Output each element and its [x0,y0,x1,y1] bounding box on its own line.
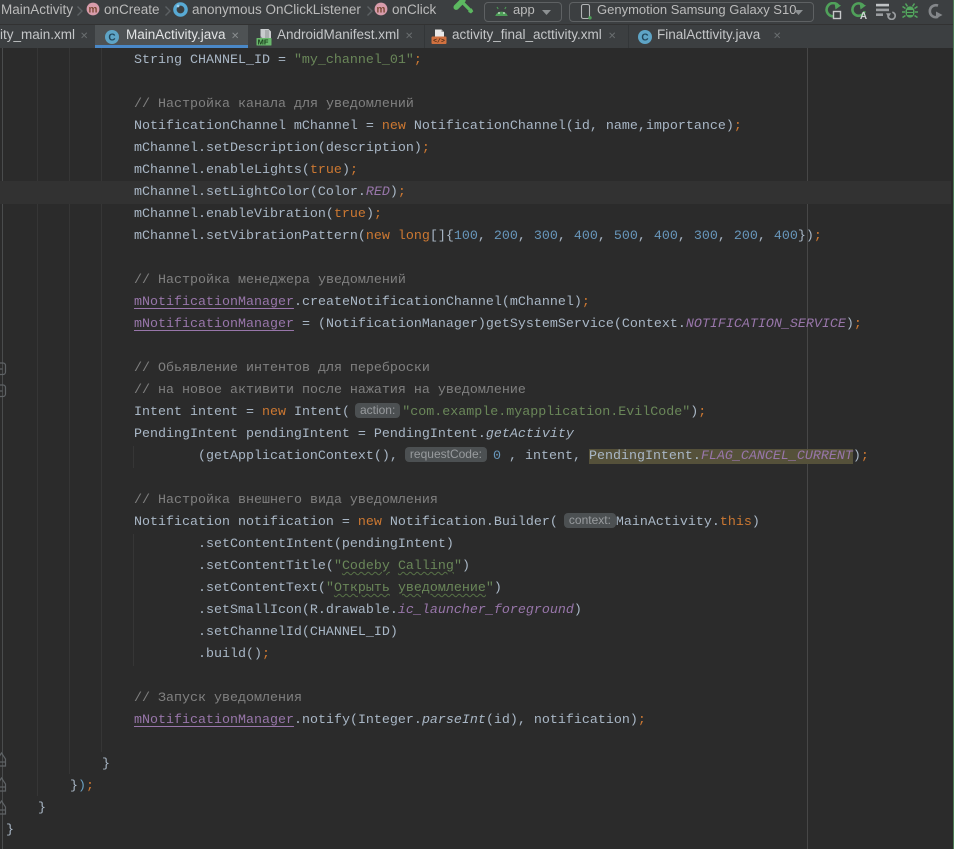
svg-text:m: m [89,5,98,16]
svg-text:C: C [641,33,648,44]
svg-text:C: C [108,33,115,44]
svg-text:A: A [860,11,867,21]
svg-text:MF: MF [258,37,269,46]
svg-text:</>: </> [433,38,445,45]
svg-text:m: m [377,5,386,16]
